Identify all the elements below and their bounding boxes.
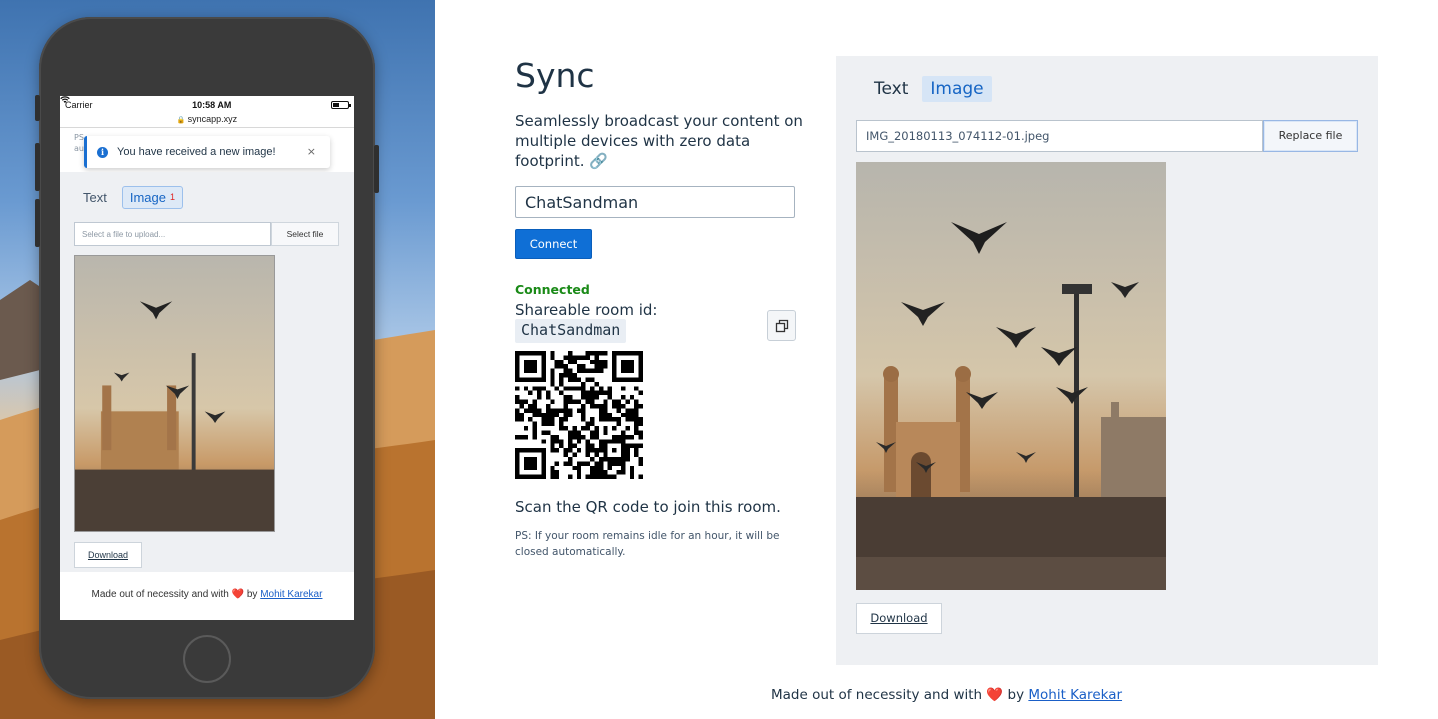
toast-message: You have received a new image!	[117, 146, 276, 158]
wifi-icon	[60, 96, 70, 103]
mobile-tabs: Text Image 1	[76, 186, 183, 209]
close-icon[interactable]: ×	[307, 145, 316, 158]
room-id: ChatSandman	[515, 319, 627, 343]
room-qr-code	[515, 351, 643, 479]
phone-screen: Carrier 10:58 AM 🔒 syncapp.xyz PS au i Yo…	[60, 96, 354, 620]
tab-image[interactable]: Image	[922, 76, 992, 102]
app-tagline: Seamlessly broadcast your content on mul…	[515, 112, 803, 170]
author-link[interactable]: Mohit Karekar	[1028, 687, 1122, 703]
mobile-tab-label: Text	[83, 190, 107, 205]
phone-home-button[interactable]	[183, 635, 231, 683]
phone-volume-up	[35, 143, 40, 191]
connect-button[interactable]: Connect	[515, 229, 592, 259]
footer-text: Made out of necessity and with	[771, 687, 983, 703]
footer-by: by	[1007, 687, 1025, 703]
select-file-button[interactable]: Select file	[271, 222, 339, 246]
phone-mockup: Carrier 10:58 AM 🔒 syncapp.xyz PS au i Yo…	[35, 17, 379, 699]
replace-file-button[interactable]: Replace file	[1263, 120, 1358, 152]
browser-url-bar[interactable]: 🔒 syncapp.xyz	[60, 114, 354, 128]
mobile-tab-image[interactable]: Image 1	[121, 186, 183, 209]
shared-image	[856, 162, 1166, 590]
room-name-input[interactable]	[515, 186, 795, 218]
clock: 10:58 AM	[192, 100, 232, 110]
mobile-download-button[interactable]: Download	[74, 542, 142, 568]
mobile-tab-label: Image	[129, 190, 166, 205]
footer-text: Made out of necessity and with	[91, 589, 229, 600]
charminar-photo	[75, 256, 274, 531]
info-icon: i	[97, 146, 108, 158]
charminar-photo	[856, 162, 1166, 590]
author-link[interactable]: Mohit Karekar	[260, 589, 322, 600]
phone-power-button	[374, 145, 379, 193]
unread-badge: 1	[169, 192, 175, 202]
heart-icon: ❤️	[986, 687, 1004, 703]
mobile-shared-image	[74, 255, 275, 532]
copy-icon	[775, 319, 788, 332]
mobile-file-input[interactable]: Select a file to upload...	[74, 222, 271, 246]
idle-ps-note: PS: If your room remains idle for an hou…	[515, 530, 780, 558]
shareable-room-label: Shareable room id:	[515, 301, 658, 319]
lock-icon: 🔒	[176, 117, 186, 124]
page-footer: Made out of necessity and with ❤️ by Moh…	[771, 687, 1122, 703]
tab-text[interactable]: Text	[866, 76, 916, 102]
notification-toast[interactable]: i You have received a new image! ×	[84, 136, 330, 168]
copy-room-id-button[interactable]	[767, 310, 796, 341]
mobile-footer: Made out of necessity and with ❤️ by Moh…	[60, 589, 354, 600]
phone-mute-switch	[35, 95, 40, 121]
battery-icon	[330, 101, 351, 109]
carrier-status: Carrier	[60, 96, 93, 110]
download-button[interactable]: Download	[856, 603, 942, 634]
file-name-field[interactable]: IMG_20180113_074112-01.jpeg	[856, 120, 1263, 152]
heart-icon: ❤️	[231, 589, 245, 600]
scan-instructions: Scan the QR code to join this room.	[515, 498, 781, 516]
phone-volume-down	[35, 199, 40, 247]
mobile-content-panel: Text Image 1 Select a file to upload... S…	[60, 172, 354, 572]
url-text: syncapp.xyz	[187, 114, 238, 124]
mobile-header-area: PS au i You have received a new image! ×	[60, 128, 354, 172]
app-title: Sync	[515, 56, 595, 95]
connection-status: Connected	[515, 282, 590, 297]
mobile-tab-text[interactable]: Text	[76, 187, 114, 208]
footer-by: by	[246, 589, 258, 600]
content-tabs: Text Image	[866, 76, 992, 102]
phone-status-bar: Carrier 10:58 AM	[60, 96, 354, 114]
desktop-wallpaper: Carrier 10:58 AM 🔒 syncapp.xyz PS au i Yo…	[0, 0, 435, 719]
